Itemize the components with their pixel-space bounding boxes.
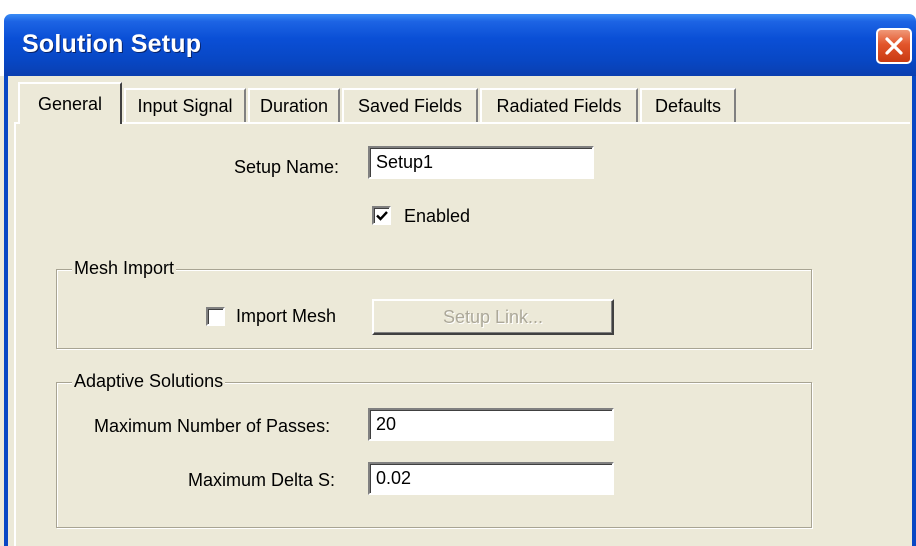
setup-link-button[interactable]: Setup Link...: [372, 299, 614, 335]
window-frame-right: [912, 76, 916, 546]
max-delta-s-label: Maximum Delta S:: [188, 470, 336, 490]
tab-saved-fields[interactable]: Saved Fields: [342, 88, 478, 122]
max-passes-label: Maximum Number of Passes:: [94, 416, 331, 436]
solution-setup-dialog: Solution Setup General Input Signal Dura…: [0, 0, 916, 546]
adaptive-solutions-group: [56, 382, 812, 528]
close-button[interactable]: [876, 28, 912, 64]
checkmark-icon: [376, 211, 388, 221]
title-bar-area: Solution Setup: [0, 0, 916, 76]
setup-name-label: Setup Name:: [234, 157, 340, 177]
tab-duration[interactable]: Duration: [248, 88, 340, 122]
tab-general[interactable]: General: [18, 82, 122, 124]
close-icon: [885, 37, 903, 55]
enabled-checkbox[interactable]: [372, 206, 391, 225]
mesh-import-group-label: Mesh Import: [72, 258, 177, 279]
window-title: Solution Setup: [22, 30, 202, 58]
tab-input-signal[interactable]: Input Signal: [124, 88, 246, 122]
window-frame-left: [4, 76, 8, 546]
setup-name-input[interactable]: Setup1: [368, 146, 594, 179]
max-passes-input[interactable]: 20: [368, 408, 614, 441]
tab-defaults[interactable]: Defaults: [640, 88, 736, 122]
max-delta-s-input[interactable]: 0.02: [368, 462, 614, 495]
adaptive-solutions-group-label: Adaptive Solutions: [72, 371, 226, 392]
import-mesh-checkbox[interactable]: [206, 307, 225, 326]
enabled-label: Enabled: [404, 206, 471, 226]
tab-radiated-fields[interactable]: Radiated Fields: [480, 88, 638, 122]
import-mesh-label: Import Mesh: [236, 306, 337, 326]
general-tab-panel: Setup Name: Setup1 Enabled Mesh Import I…: [14, 122, 910, 546]
